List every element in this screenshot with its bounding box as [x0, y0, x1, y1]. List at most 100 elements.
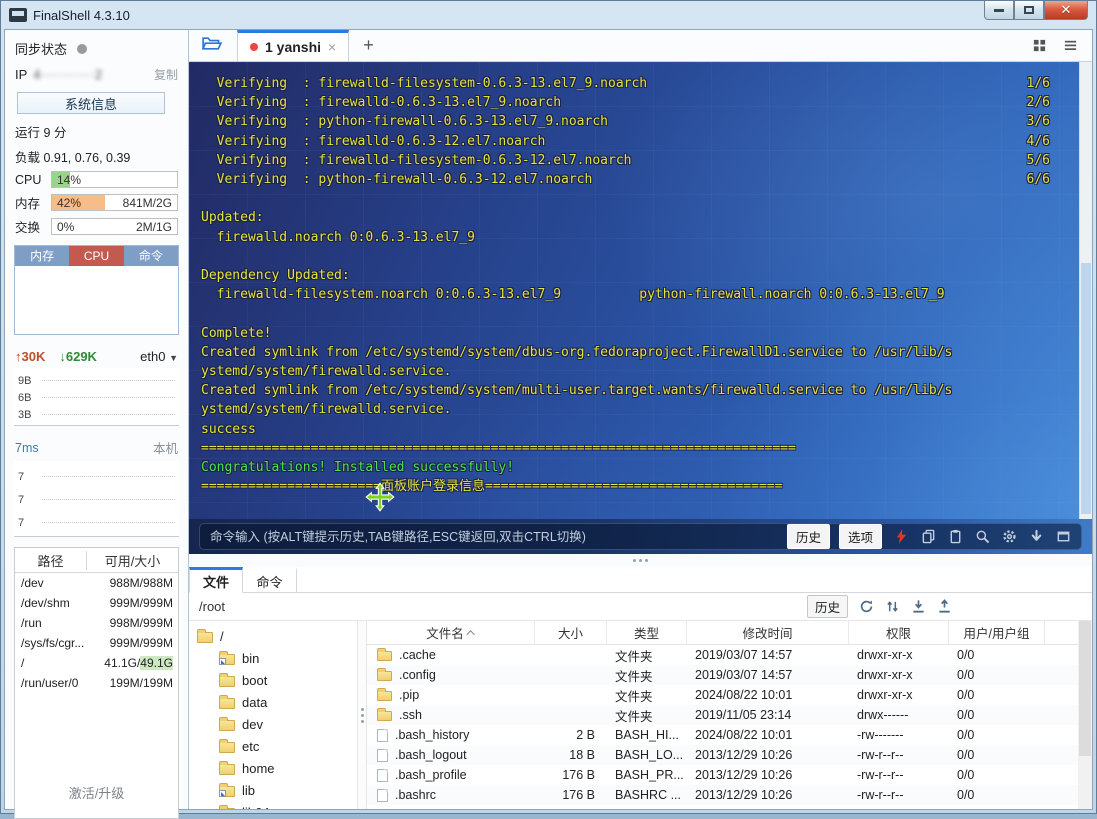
folder-icon — [377, 671, 392, 681]
new-tab-button[interactable]: + — [349, 30, 388, 61]
disk-path: /run — [15, 616, 93, 630]
download-arrow-icon[interactable] — [1029, 529, 1044, 544]
disk-row[interactable]: /sys/fs/cgr...999M/999M — [15, 633, 178, 653]
file-table-scrollbar-thumb[interactable] — [1079, 621, 1091, 756]
file-table-header: 文件名大小类型修改时间权限用户/用户组 — [367, 621, 1092, 645]
disk-row[interactable]: /41.1G/49.1G — [15, 653, 178, 673]
monitor-tab-CPU[interactable]: CPU — [69, 246, 123, 266]
tree-item-bin[interactable]: bin — [189, 647, 357, 669]
tree-item-boot[interactable]: boot — [189, 669, 357, 691]
tab-close-icon[interactable]: × — [328, 39, 336, 55]
file-col-header[interactable]: 类型 — [607, 621, 687, 644]
disk-row[interactable]: /run998M/999M — [15, 613, 178, 633]
disk-row[interactable]: /dev/shm999M/999M — [15, 593, 178, 613]
system-info-button[interactable]: 系统信息 — [17, 92, 165, 114]
close-button[interactable]: ✕ — [1044, 1, 1088, 20]
search-icon[interactable] — [975, 529, 990, 544]
copy-icon[interactable] — [921, 529, 936, 544]
tree-item-home[interactable]: home — [189, 757, 357, 779]
history-button[interactable]: 历史 — [787, 524, 830, 549]
chart-gridline — [42, 397, 175, 398]
file-row[interactable]: .config文件夹2019/03/07 14:57drwxr-xr-x0/0 — [367, 665, 1092, 685]
path-input[interactable] — [199, 599, 599, 614]
panel-splitter[interactable] — [189, 554, 1092, 567]
paste-icon[interactable] — [948, 529, 963, 544]
network-rates: ↑30K ↓629K eth0 ▼ — [5, 335, 188, 364]
file-table-scrollbar[interactable] — [1078, 621, 1092, 809]
tree-item-data[interactable]: data — [189, 691, 357, 713]
title-bar[interactable]: FinalShell 4.3.10 ✕ — [1, 1, 1096, 29]
file-type: BASH_HI... — [607, 728, 687, 742]
monitor-tab-内存[interactable]: 内存 — [15, 246, 69, 266]
file-row[interactable]: .cache文件夹2019/03/07 14:57drwxr-xr-x0/0 — [367, 645, 1092, 665]
tab-status-dot — [250, 43, 258, 51]
folder-open-icon — [201, 34, 223, 58]
disk-row[interactable]: /dev988M/988M — [15, 573, 178, 593]
tree-splitter[interactable] — [357, 621, 367, 809]
terminal-scrollbar[interactable] — [1079, 62, 1092, 519]
tree-item-etc[interactable]: etc — [189, 735, 357, 757]
file-row[interactable]: .bash_history2 BBASH_HI...2024/08/22 10:… — [367, 725, 1092, 745]
meter-percent: 42% — [57, 196, 81, 210]
terminal[interactable]: Verifying : firewalld-filesystem-0.6.3-1… — [189, 62, 1092, 519]
disk-size: 999M/999M — [93, 636, 178, 650]
file-name: .bash_history — [367, 728, 535, 742]
command-input[interactable] — [210, 530, 778, 544]
window-mode-icon[interactable] — [1056, 529, 1071, 544]
terminal-line: ystemd/system/firewalld.service. — [201, 362, 1079, 381]
chart-gridline — [42, 499, 175, 500]
tree-item-lib[interactable]: lib — [189, 779, 357, 801]
file-col-header[interactable]: 权限 — [849, 621, 949, 644]
terminal-scrollbar-thumb[interactable] — [1081, 263, 1091, 514]
file-row[interactable]: .bash_logout18 BBASH_LO...2013/12/29 10:… — [367, 745, 1092, 765]
move-crosshair-cursor — [365, 482, 395, 517]
file-name: .bashrc — [367, 788, 535, 802]
file-name: .ssh — [367, 708, 535, 722]
upload-icon[interactable] — [937, 599, 952, 614]
maximize-button[interactable] — [1014, 1, 1044, 20]
minimize-button[interactable] — [984, 1, 1014, 20]
file-history-button[interactable]: 历史 — [807, 595, 848, 618]
chart-tick-label: 3B — [18, 409, 42, 421]
open-connections-button[interactable] — [189, 30, 235, 61]
options-button[interactable]: 选项 — [839, 524, 882, 549]
copy-ip-link[interactable]: 复制 — [154, 66, 178, 83]
file-col-header[interactable]: 大小 — [535, 621, 607, 644]
monitor-tab-命令[interactable]: 命令 — [124, 246, 178, 266]
file-panel-tab-文件[interactable]: 文件 — [189, 567, 243, 593]
disk-row[interactable]: /run/user/0199M/199M — [15, 673, 178, 693]
tree-item-dev[interactable]: dev — [189, 713, 357, 735]
file-col-header[interactable]: 修改时间 — [687, 621, 849, 644]
folder-icon — [377, 651, 392, 661]
refresh-icon[interactable] — [859, 599, 874, 614]
chart-tick-label: 7 — [18, 494, 42, 506]
file-col-header[interactable]: 文件名 — [367, 621, 535, 644]
main-area: 同步状态 IP 4··········2 复制 系统信息 运行 9 分 负载 0… — [4, 29, 1093, 810]
file-row[interactable]: .ssh文件夹2019/11/05 23:14drwx------0/0 — [367, 705, 1092, 725]
ping-target: 本机 — [153, 438, 178, 457]
file-panel-tab-命令[interactable]: 命令 — [243, 567, 297, 593]
minimize-icon — [994, 9, 1004, 12]
file-row[interactable]: .bash_profile176 BBASH_PR...2013/12/29 1… — [367, 765, 1092, 785]
interface-selector[interactable]: eth0 ▼ — [140, 349, 178, 364]
session-tab[interactable]: 1 yanshi × — [237, 30, 349, 61]
lightning-icon[interactable] — [894, 529, 909, 544]
activate-upgrade-link[interactable]: 激活/升级 — [5, 783, 188, 802]
terminal-line: Verifying : python-firewall-0.6.3-12.el7… — [201, 170, 1079, 189]
file-owner: 0/0 — [949, 648, 1045, 662]
file-row[interactable]: .pip文件夹2024/08/22 10:01drwxr-xr-x0/0 — [367, 685, 1092, 705]
disk-path: /dev/shm — [15, 596, 93, 610]
file-row[interactable]: .bashrc176 BBASHRC ...2013/12/29 10:26-r… — [367, 785, 1092, 805]
transfer-icon[interactable] — [885, 599, 900, 614]
file-browser: /binbootdatadevetchomeliblib64 文件名大小类型修改… — [189, 621, 1092, 809]
tree-item-lib64[interactable]: lib64 — [189, 801, 357, 809]
file-col-header[interactable]: 用户/用户组 — [949, 621, 1045, 644]
menu-icon[interactable] — [1063, 38, 1078, 53]
tree-item-root[interactable]: / — [189, 625, 357, 647]
file-permissions: drwxr-xr-x — [849, 688, 949, 702]
download-icon[interactable] — [911, 599, 926, 614]
meter-bar: 0%2M/1G — [51, 218, 178, 235]
file-owner: 0/0 — [949, 668, 1045, 682]
grid-view-icon[interactable] — [1032, 38, 1047, 53]
gear-icon[interactable] — [1002, 529, 1017, 544]
